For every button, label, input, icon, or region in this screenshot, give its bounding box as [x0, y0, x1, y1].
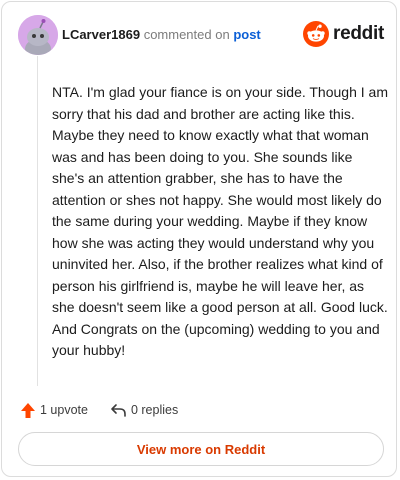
brand-name: reddit [333, 23, 384, 44]
commented-on-text: commented on [143, 27, 230, 42]
upvote-arrow-icon [21, 402, 35, 418]
username[interactable]: LCarver1869 [62, 27, 140, 42]
comment-actions: 1 upvote 0 replies [20, 400, 178, 420]
reddit-comment-card: LCarver1869 commented on post reddit NTA… [1, 1, 397, 477]
user-avatar[interactable] [18, 15, 58, 55]
reply-arrow-icon [111, 404, 126, 417]
snoo-avatar-icon [18, 15, 58, 55]
comment-header: LCarver1869 commented on post reddit [18, 15, 384, 55]
replies-count: 0 replies [130, 403, 179, 417]
reddit-brand[interactable]: reddit [303, 21, 384, 47]
comment-body: NTA. I'm glad your fiance is on your sid… [52, 84, 388, 358]
view-more-button[interactable]: View more on Reddit [18, 432, 384, 466]
replies-button[interactable]: 0 replies [110, 403, 178, 417]
upvote-button[interactable]: 1 upvote [20, 402, 88, 419]
author-line: LCarver1869 commented on post [62, 27, 261, 43]
upvote-count: 1 upvote [40, 403, 88, 417]
post-link[interactable]: post [233, 27, 260, 42]
reddit-snoo-icon [303, 21, 330, 47]
thread-line [37, 56, 38, 386]
